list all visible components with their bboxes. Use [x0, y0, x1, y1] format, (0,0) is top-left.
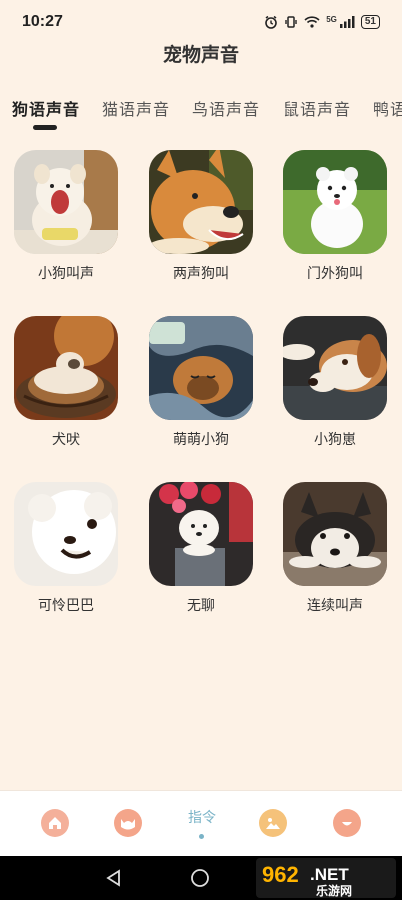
vibrate-icon	[285, 16, 297, 28]
smile-face-icon	[333, 809, 361, 837]
status-icons: 5G 51	[264, 15, 380, 29]
clock-time: 10:27	[22, 13, 63, 30]
alarm-icon	[265, 15, 278, 29]
sound-card-label: 两声狗叫	[173, 266, 229, 282]
sound-card[interactable]: 两声狗叫	[149, 150, 253, 283]
active-nav-dot	[199, 834, 204, 839]
nav-image[interactable]	[259, 809, 287, 837]
tab-duck[interactable]: 鸭语	[373, 96, 402, 120]
sound-card[interactable]: 小狗叫声	[14, 150, 118, 283]
shiba-barking-image	[149, 150, 253, 254]
tab-dog[interactable]: 狗语声音	[12, 96, 80, 120]
sound-card[interactable]: 小狗崽	[283, 316, 387, 449]
status-bar: 10:27 5G 51	[0, 0, 402, 44]
sound-card[interactable]: 门外狗叫	[283, 150, 387, 283]
nav-profile[interactable]	[333, 809, 361, 837]
sound-card-label: 连续叫声	[307, 598, 363, 614]
active-tab-indicator	[33, 125, 57, 130]
signal-icon	[339, 16, 355, 28]
tab-mouse[interactable]: 鼠语声音	[283, 96, 351, 120]
brown-puppy-under-blanket-image	[149, 316, 253, 420]
maltese-with-flowers-image	[149, 482, 253, 586]
white-pomeranian-on-grass-image	[283, 150, 387, 254]
tab-bird[interactable]: 鸟语声音	[192, 96, 260, 120]
fluffy-puppy-yawning-image	[14, 150, 118, 254]
nav-cat[interactable]	[114, 809, 142, 837]
home-icon	[41, 809, 69, 837]
sound-card-label: 无聊	[187, 598, 215, 614]
sound-card[interactable]: 犬吠	[14, 316, 118, 449]
sound-card[interactable]: 萌萌小狗	[149, 316, 253, 449]
page-title: 宠物声音	[162, 44, 239, 66]
sound-card-label: 可怜巴巴	[38, 598, 94, 614]
smiling-white-pomeranian-image	[14, 482, 118, 586]
nav-command-label[interactable]: 指令	[182, 807, 222, 827]
svg-text:.NET: .NET	[310, 865, 349, 884]
system-nav-bar: 962 .NET 乐游网	[0, 856, 402, 900]
svg-text:乐游网: 乐游网	[316, 883, 352, 898]
sound-card-label: 门外狗叫	[307, 266, 363, 282]
cat-face-icon	[114, 809, 142, 837]
home-circle-icon[interactable]	[190, 868, 210, 888]
battery-indicator: 51	[360, 15, 380, 29]
puppy-sleeping-in-basket-image	[14, 316, 118, 420]
husky-lying-down-image	[283, 482, 387, 586]
sound-card-label: 小狗叫声	[38, 266, 94, 282]
bottom-nav: 指令	[0, 790, 402, 856]
beagle-lying-on-sofa-image	[283, 316, 387, 420]
back-icon[interactable]	[104, 868, 124, 888]
sound-card-label: 小狗崽	[314, 432, 356, 448]
sound-card[interactable]: 连续叫声	[283, 482, 387, 615]
sound-card-label: 萌萌小狗	[173, 432, 229, 448]
watermark-logo: 962 .NET 乐游网	[256, 858, 396, 898]
tab-cat[interactable]: 猫语声音	[102, 96, 170, 120]
sound-card[interactable]: 无聊	[149, 482, 253, 615]
image-icon	[259, 809, 287, 837]
network-type: 5G	[326, 14, 337, 24]
category-tabs: 狗语声音 猫语声音 鸟语声音 鼠语声音 鸭语	[0, 96, 402, 136]
nav-home[interactable]	[41, 809, 69, 837]
sound-card-label: 犬吠	[52, 432, 80, 448]
sound-card[interactable]: 可怜巴巴	[14, 482, 118, 615]
wifi-icon	[304, 16, 320, 28]
svg-text:962: 962	[262, 862, 299, 887]
